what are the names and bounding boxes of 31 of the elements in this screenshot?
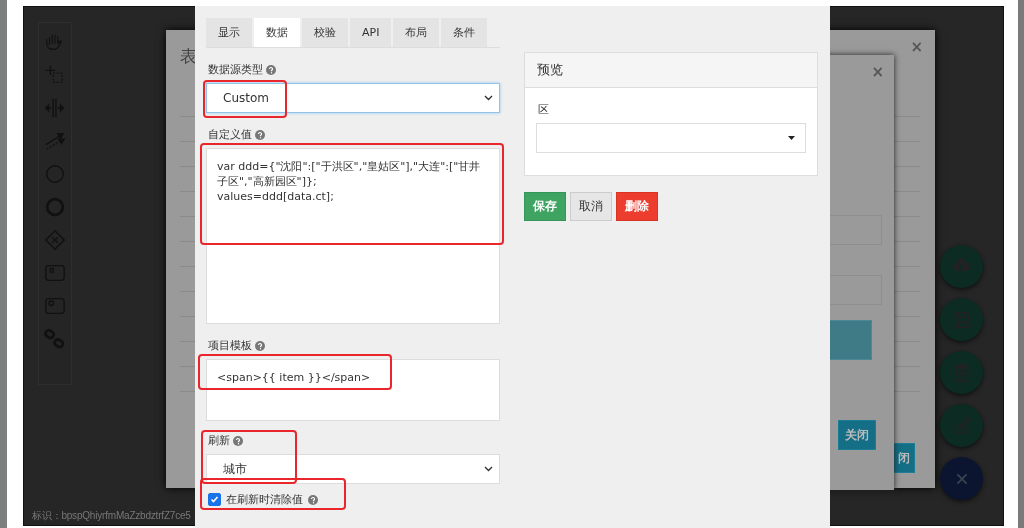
field-label: 数据源类型 (208, 62, 263, 77)
field-label: 自定义值 (208, 127, 252, 142)
dialog-title: 表 (180, 45, 197, 68)
help-icon[interactable] (308, 494, 318, 505)
check-icon (210, 495, 219, 504)
checkbox[interactable] (208, 493, 221, 506)
select-field[interactable]: 城市 (206, 454, 500, 484)
chevron-icon (484, 466, 493, 472)
field-label: 项目模板 (208, 338, 252, 353)
tab[interactable]: 布局 (393, 18, 440, 47)
help-icon[interactable] (255, 340, 265, 351)
danger-button[interactable]: 删除 (616, 192, 658, 221)
chevron-icon (484, 95, 493, 101)
tab[interactable]: 显示 (206, 18, 252, 47)
help-icon[interactable] (255, 129, 265, 140)
field-label: 区 (538, 102, 549, 117)
select-field[interactable]: Custom (206, 83, 500, 113)
textarea-field[interactable]: <span>{{ item }}</span> (206, 359, 500, 421)
checkbox-label: 在刷新时清除值 (226, 492, 303, 507)
textarea-field[interactable]: var ddd={"沈阳":["于洪区","皇姑区"],"大连":["甘井子区","高新园区"]}; values=ddd[data.ct]; (206, 148, 500, 324)
help-icon[interactable] (266, 64, 276, 75)
field-label: 刷新 (208, 433, 230, 448)
select-field[interactable] (536, 123, 806, 153)
tab[interactable]: 数据 (254, 18, 300, 47)
tab[interactable]: 校验 (302, 18, 348, 47)
card-title: 预览 (525, 53, 817, 88)
tab[interactable]: API (350, 18, 392, 47)
help-icon[interactable] (233, 435, 243, 446)
default-button[interactable]: 取消 (570, 192, 612, 221)
tab[interactable]: 条件 (441, 18, 488, 47)
id-text: 标识：bpspQhiyrfmMaZzbdztrfZ7ce5 (32, 509, 191, 523)
